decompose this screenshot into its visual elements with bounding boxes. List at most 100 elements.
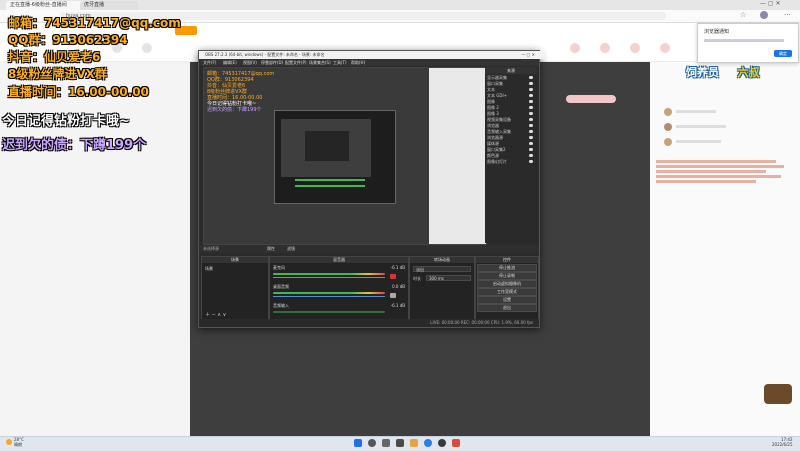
notification-popup: 浏览器通知 确定 [697, 23, 799, 63]
eye-icon[interactable] [529, 118, 533, 121]
audio-meter [273, 292, 385, 294]
settings-button[interactable]: 设置 [477, 296, 537, 304]
filters-button[interactable]: 滤镜 [287, 245, 295, 253]
mixer-channel-name: 桌面音频 [273, 284, 289, 289]
overlay-live-time: 直播时间：16.00-00.00 [8, 85, 149, 99]
edge-icon[interactable] [424, 439, 432, 447]
mixer-channel-name: 麦克风 [273, 265, 285, 270]
eye-icon[interactable] [529, 130, 533, 133]
volume-slider[interactable] [273, 296, 385, 297]
notification-title: 浏览器通知 [704, 29, 730, 35]
follow-button[interactable] [566, 95, 616, 103]
menu-scene-collection[interactable]: 场景集合(S) [309, 59, 331, 66]
mixer-channel-db: 0.0 dB [392, 284, 405, 289]
category-icon[interactable] [600, 43, 610, 53]
category-icon[interactable] [630, 43, 640, 53]
avatar[interactable] [760, 11, 768, 19]
eye-icon[interactable] [529, 142, 533, 145]
menu-edit[interactable]: 编辑(E) [223, 59, 237, 66]
browser-tab-2[interactable]: 虎牙直播 [80, 1, 138, 10]
weather-widget[interactable]: 28°C 晴朗 [14, 437, 24, 447]
menu-view[interactable]: 视图(V) [243, 59, 257, 66]
mute-icon[interactable] [390, 274, 396, 279]
file-explorer-icon[interactable] [410, 439, 418, 447]
eye-icon[interactable] [529, 94, 533, 97]
eye-icon[interactable] [529, 76, 533, 79]
studio-mode-button[interactable]: 工作室模式 [477, 288, 537, 296]
overlay-debt: 迟到欠的债：下蹲199个 [2, 138, 147, 153]
eye-icon[interactable] [529, 148, 533, 151]
mixer-channel-name: 音频输入 [273, 303, 289, 308]
eye-icon[interactable] [529, 154, 533, 157]
virtual-camera-button[interactable]: 启动虚拟摄像机 [477, 280, 537, 288]
avatar[interactable] [664, 123, 672, 131]
eye-icon[interactable] [529, 124, 533, 127]
badge-title: 饲养员 [686, 66, 719, 79]
scene-item[interactable]: 场景 [205, 266, 213, 272]
obs-icon[interactable] [438, 439, 446, 447]
obs-window[interactable]: OBS 27.2.3 (64-bit, windows) - 配置文件: 未命名… [198, 50, 545, 328]
left-panel-edge [160, 62, 190, 436]
menu-docks[interactable]: 停靠部件(D) [261, 59, 283, 66]
eye-icon[interactable] [529, 100, 533, 103]
menu-profile[interactable]: 配置文件(P) [285, 59, 307, 66]
host-badge: 饲养员 六叔 [686, 64, 760, 90]
duration-input[interactable]: 300 ms [426, 275, 471, 281]
preview-chat-capture [429, 68, 486, 244]
category-icon[interactable] [142, 43, 152, 53]
obs-source-toolbar: 未选择源 属性 滤镜 [199, 245, 539, 253]
scene-controls[interactable]: ＋ − ∧ ∨ [205, 311, 226, 318]
audio-meter [273, 311, 385, 313]
overlay-email: 邮箱：745317417@qq.com [8, 16, 181, 30]
start-icon[interactable] [354, 439, 362, 447]
task-view-icon[interactable] [382, 439, 390, 447]
weather-icon[interactable] [6, 439, 12, 445]
mixer-channel-db: -6.1 dB [390, 265, 405, 270]
volume-slider[interactable] [273, 277, 385, 278]
menu-help[interactable]: 帮助(H) [351, 59, 365, 66]
scenes-header: 场景 [202, 257, 268, 263]
chat-line [676, 110, 716, 113]
properties-button[interactable]: 属性 [267, 245, 275, 253]
category-icon[interactable] [570, 43, 580, 53]
eye-icon[interactable] [529, 88, 533, 91]
window-controls[interactable]: — ▢ ✕ [760, 0, 781, 7]
menu-file[interactable]: 文件(F) [203, 59, 216, 66]
controls-header: 控件 [476, 257, 538, 263]
menu-tools[interactable]: 工具(T) [333, 59, 347, 66]
eye-icon[interactable] [529, 106, 533, 109]
clock[interactable]: 17:42 2022/6/25 [772, 437, 793, 447]
star-icon[interactable]: ☆ [740, 12, 746, 19]
browser-tab-1[interactable]: 正在直播-6级粉丝-直播间 [6, 1, 84, 10]
search-icon[interactable] [368, 439, 376, 447]
more-icon[interactable]: ··· [784, 11, 791, 19]
duration-label: 时长 [413, 276, 421, 281]
scenes-dock: 场景 场景 ＋ − ∧ ∨ [201, 256, 269, 321]
overlay-reminder: 今日记得钻粉打卡哦~ [2, 114, 130, 129]
app-icon[interactable] [452, 439, 460, 447]
preview-overlay-text: 邮箱：745317417@qq.com QQ群：913062394 抖音：仙贝爱… [207, 71, 275, 113]
avatar[interactable] [664, 108, 672, 116]
eye-icon[interactable] [529, 112, 533, 115]
obs-status-bar: LIVE: 00:00:00 REC: 00:00:00 CPU: 1.9%, … [199, 319, 539, 327]
category-icon[interactable] [660, 43, 670, 53]
overlay-qq-group: QQ群：913062394 [8, 33, 128, 47]
obs-window-controls[interactable]: — ▢ ✕ [521, 51, 535, 59]
transition-select[interactable]: 淡出 [413, 266, 471, 272]
stop-streaming-button[interactable]: 停止推流 [477, 264, 537, 272]
mascot-icon[interactable] [764, 384, 792, 404]
eye-icon[interactable] [529, 136, 533, 139]
source-item[interactable]: 图像幻灯片 [487, 159, 535, 165]
audio-mixer-dock: 混音器 麦克风 -6.1 dB 桌面音频 0.0 dB 音频输入 -6.1 dB [269, 256, 409, 321]
obs-preview-canvas[interactable]: 邮箱：745317417@qq.com QQ群：913062394 抖音：仙贝爱… [203, 67, 487, 245]
speaker-icon[interactable] [390, 293, 396, 298]
eye-icon[interactable] [529, 82, 533, 85]
exit-button[interactable]: 退出 [477, 304, 537, 312]
notification-ok-button[interactable]: 确定 [774, 50, 792, 57]
widgets-icon[interactable] [396, 439, 404, 447]
avatar[interactable] [664, 138, 672, 146]
chat-message-block [656, 158, 786, 198]
badge-name: 六叔 [737, 66, 760, 79]
stop-recording-button[interactable]: 停止录制 [477, 272, 537, 280]
eye-icon[interactable] [529, 160, 533, 163]
